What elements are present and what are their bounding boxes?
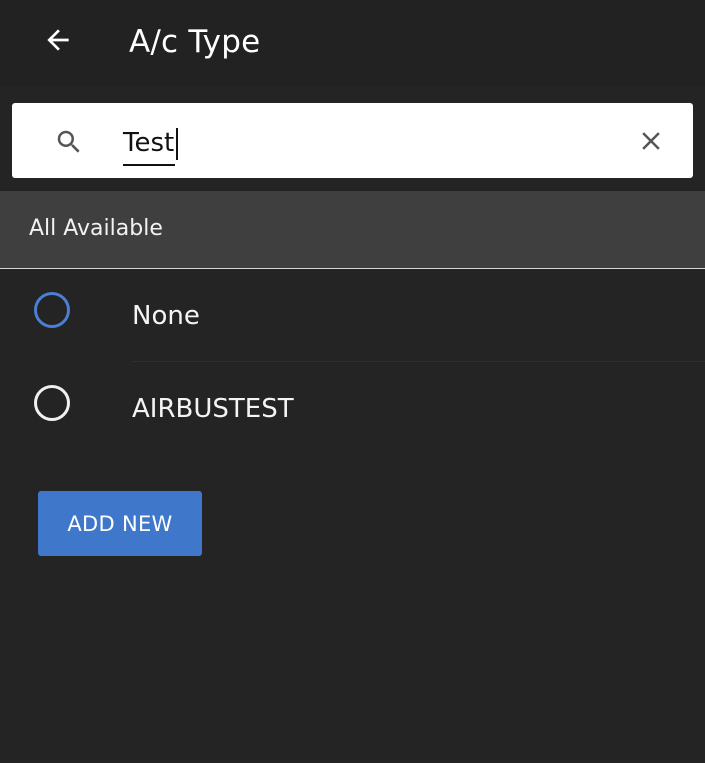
search-bar: Test [12, 103, 693, 178]
clear-search-button[interactable] [632, 122, 670, 160]
section-header: All Available [0, 191, 705, 269]
text-caret [176, 128, 178, 160]
section-label: All Available [29, 216, 163, 241]
search-input[interactable]: Test [123, 122, 176, 166]
page-title: A/c Type [129, 24, 261, 60]
option-label: AIRBUSTEST [132, 394, 294, 424]
option-label: None [132, 301, 200, 331]
app-bar: A/c Type [0, 0, 705, 86]
option-airbustest[interactable]: AIRBUSTEST [0, 362, 705, 454]
add-new-button[interactable]: ADD NEW [38, 491, 202, 556]
radio-button[interactable] [34, 292, 70, 328]
search-icon [57, 130, 80, 153]
close-icon [642, 132, 660, 150]
option-none[interactable]: None [0, 268, 705, 360]
back-button[interactable] [34, 18, 82, 62]
radio-button[interactable] [34, 385, 70, 421]
arrow-left-icon [47, 29, 69, 51]
